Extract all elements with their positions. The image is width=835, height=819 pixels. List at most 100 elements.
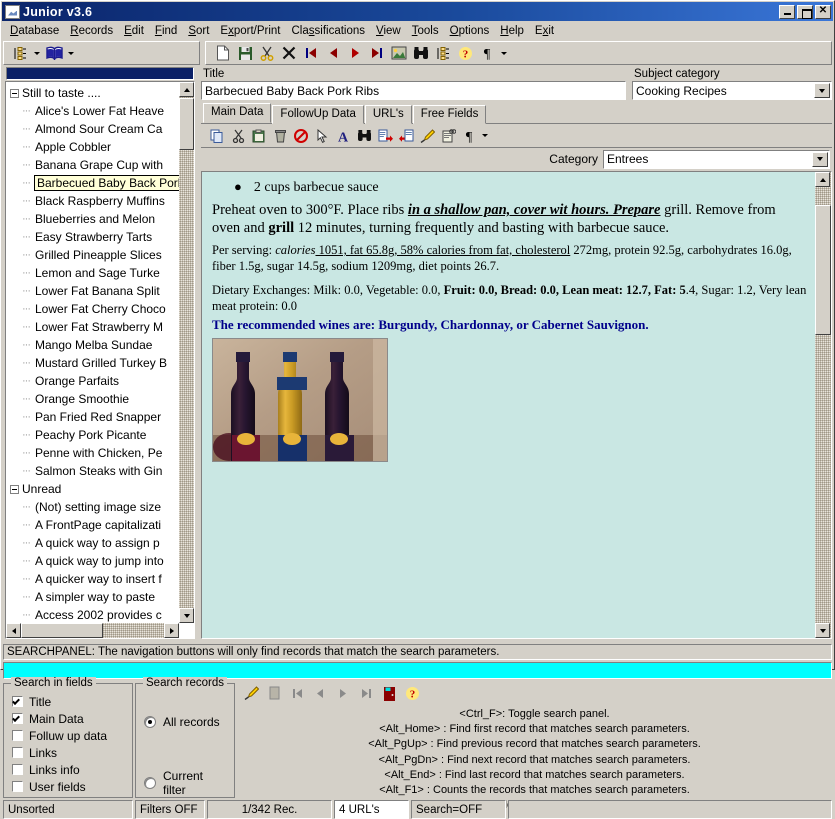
tree-item[interactable]: ···A quick way to jump into — [10, 552, 179, 570]
tree-item[interactable]: ···Blueberries and Melon — [10, 210, 179, 228]
tree-item[interactable]: ···Orange Smoothie — [10, 390, 179, 408]
cut-icon[interactable] — [257, 43, 277, 63]
tree-item[interactable]: ···A quick way to assign p — [10, 534, 179, 552]
menu-options[interactable]: Options — [445, 24, 495, 38]
tab-url-s[interactable]: URL's — [365, 105, 412, 124]
next-record-icon[interactable] — [345, 43, 365, 63]
tree-view-icon[interactable] — [10, 43, 30, 63]
book-icon[interactable] — [44, 43, 64, 63]
content-scroll-down-button[interactable] — [815, 623, 830, 638]
tree-item[interactable]: ···Mustard Grilled Turkey B — [10, 354, 179, 372]
tab-free-fields[interactable]: Free Fields — [413, 105, 487, 124]
tree-item[interactable]: ···Lower Fat Strawberry M — [10, 318, 179, 336]
search-records-all-records[interactable]: All records — [144, 715, 228, 729]
tree-item[interactable]: ···Access 2002 provides c — [10, 606, 179, 623]
menu-view[interactable]: View — [371, 24, 406, 38]
tree-scroll-up-button[interactable] — [179, 82, 194, 97]
tree-item[interactable]: ···Lower Fat Cherry Choco — [10, 300, 179, 318]
help-question-icon[interactable]: ? — [402, 683, 422, 703]
radio-icon[interactable] — [144, 716, 156, 728]
classification-tree[interactable]: Still to taste ....···Alice's Lower Fat … — [6, 82, 179, 623]
toolbar-dropdown-arrow[interactable] — [499, 44, 509, 62]
category-chevron-down-icon[interactable] — [812, 152, 828, 167]
tree-item[interactable]: ···Black Raspberry Muffins — [10, 192, 179, 210]
tree-item[interactable]: ···Mango Melba Sundae — [10, 336, 179, 354]
search-records-current-filter[interactable]: Current filter — [144, 769, 228, 797]
search-field-user-fields[interactable]: User fields — [12, 778, 126, 795]
tree-scroll-left-button[interactable] — [6, 623, 21, 638]
classification-tree-icon[interactable] — [433, 43, 453, 63]
menu-export-print[interactable]: Export/Print — [215, 24, 285, 38]
help-question-icon[interactable]: ? — [455, 43, 475, 63]
paragraph-mark-icon[interactable]: ¶ — [459, 126, 479, 146]
tree-item[interactable]: ···A simpler way to paste — [10, 588, 179, 606]
import-document-icon[interactable] — [396, 126, 416, 146]
spell-check-icon[interactable] — [438, 126, 458, 146]
new-document-icon[interactable] — [213, 43, 233, 63]
tree-item[interactable]: ···Banana Grape Cup with — [10, 156, 179, 174]
menu-tools[interactable]: Tools — [407, 24, 444, 38]
next-record-icon[interactable] — [333, 683, 353, 703]
trash-delete-icon[interactable] — [270, 126, 290, 146]
close-button[interactable]: ✕ — [815, 5, 831, 19]
main-data-content[interactable]: ● 2 cups barbecue sauce Preheat oven to … — [201, 171, 832, 639]
title-input[interactable]: Barbecued Baby Back Pork Ribs — [201, 81, 626, 100]
tree-item[interactable]: ···Grilled Pineapple Slices — [10, 246, 179, 264]
highlighter-pen-icon[interactable] — [417, 126, 437, 146]
checkbox-icon[interactable] — [12, 764, 23, 775]
checkbox-icon[interactable] — [12, 747, 23, 758]
tree-item[interactable]: ···Almond Sour Cream Ca — [10, 120, 179, 138]
checkbox-icon[interactable] — [12, 781, 23, 792]
search-field-links-info[interactable]: Links info — [12, 761, 126, 778]
editor-toolbar-dropdown-arrow[interactable] — [480, 127, 490, 145]
tree-item[interactable]: ···(Not) setting image size — [10, 498, 179, 516]
cut-icon[interactable] — [228, 126, 248, 146]
minimize-button[interactable] — [779, 5, 795, 19]
tab-followup-data[interactable]: FollowUp Data — [272, 105, 363, 124]
menu-records[interactable]: Records — [65, 24, 118, 38]
content-scroll-up-button[interactable] — [815, 172, 830, 187]
paste-icon[interactable] — [249, 126, 269, 146]
subject-chevron-down-icon[interactable] — [814, 83, 830, 98]
first-record-icon[interactable] — [287, 683, 307, 703]
stop-block-icon[interactable] — [264, 683, 284, 703]
cancel-forbidden-icon[interactable] — [291, 126, 311, 146]
paragraph-mark-icon[interactable]: ¶ — [477, 43, 497, 63]
checkbox-icon[interactable] — [12, 696, 23, 707]
previous-record-icon[interactable] — [323, 43, 343, 63]
tree-item[interactable]: ···Apple Cobbler — [10, 138, 179, 156]
content-scroll-thumb[interactable] — [815, 205, 831, 335]
delete-x-icon[interactable] — [279, 43, 299, 63]
image-icon[interactable] — [389, 43, 409, 63]
radio-icon[interactable] — [144, 777, 156, 789]
tree-item[interactable]: ···Pan Fried Red Snapper — [10, 408, 179, 426]
maximize-button[interactable] — [797, 5, 813, 19]
tree-item[interactable]: ···Alice's Lower Fat Heave — [10, 102, 179, 120]
subject-category-select[interactable]: Cooking Recipes — [632, 81, 832, 100]
tree-item[interactable]: ···Easy Strawberry Tarts — [10, 228, 179, 246]
checkbox-icon[interactable] — [12, 730, 23, 741]
tree-scroll-thumb[interactable] — [179, 98, 194, 150]
tree-item[interactable]: ···A FrontPage capitalizati — [10, 516, 179, 534]
copy-icon[interactable] — [207, 126, 227, 146]
tree-item[interactable]: ···Orange Parfaits — [10, 372, 179, 390]
search-field-main-data[interactable]: Main Data — [12, 710, 126, 727]
tree-expand-collapse-icon[interactable] — [10, 89, 19, 98]
tree-item[interactable]: ···Barbecued Baby Back Pork Ribs — [10, 174, 179, 192]
search-query-input[interactable] — [3, 662, 832, 679]
tree-item[interactable]: ···Salmon Steaks with Gin — [10, 462, 179, 480]
tree-group-0[interactable]: Still to taste .... — [10, 84, 179, 102]
checkbox-icon[interactable] — [12, 713, 23, 724]
last-record-icon[interactable] — [367, 43, 387, 63]
binoculars-find-icon[interactable] — [354, 126, 374, 146]
select-pointer-icon[interactable] — [312, 126, 332, 146]
search-field-folluw-up-data[interactable]: Folluw up data — [12, 727, 126, 744]
menu-exit[interactable]: Exit — [530, 24, 559, 38]
tree-horizontal-scrollbar[interactable] — [6, 623, 179, 638]
exit-door-icon[interactable] — [379, 683, 399, 703]
tree-item[interactable]: ···Lower Fat Banana Split — [10, 282, 179, 300]
binoculars-find-icon[interactable] — [411, 43, 431, 63]
tree-vertical-scrollbar[interactable] — [179, 82, 194, 623]
category-select[interactable]: Entrees — [603, 150, 830, 169]
menu-sort[interactable]: Sort — [183, 24, 214, 38]
